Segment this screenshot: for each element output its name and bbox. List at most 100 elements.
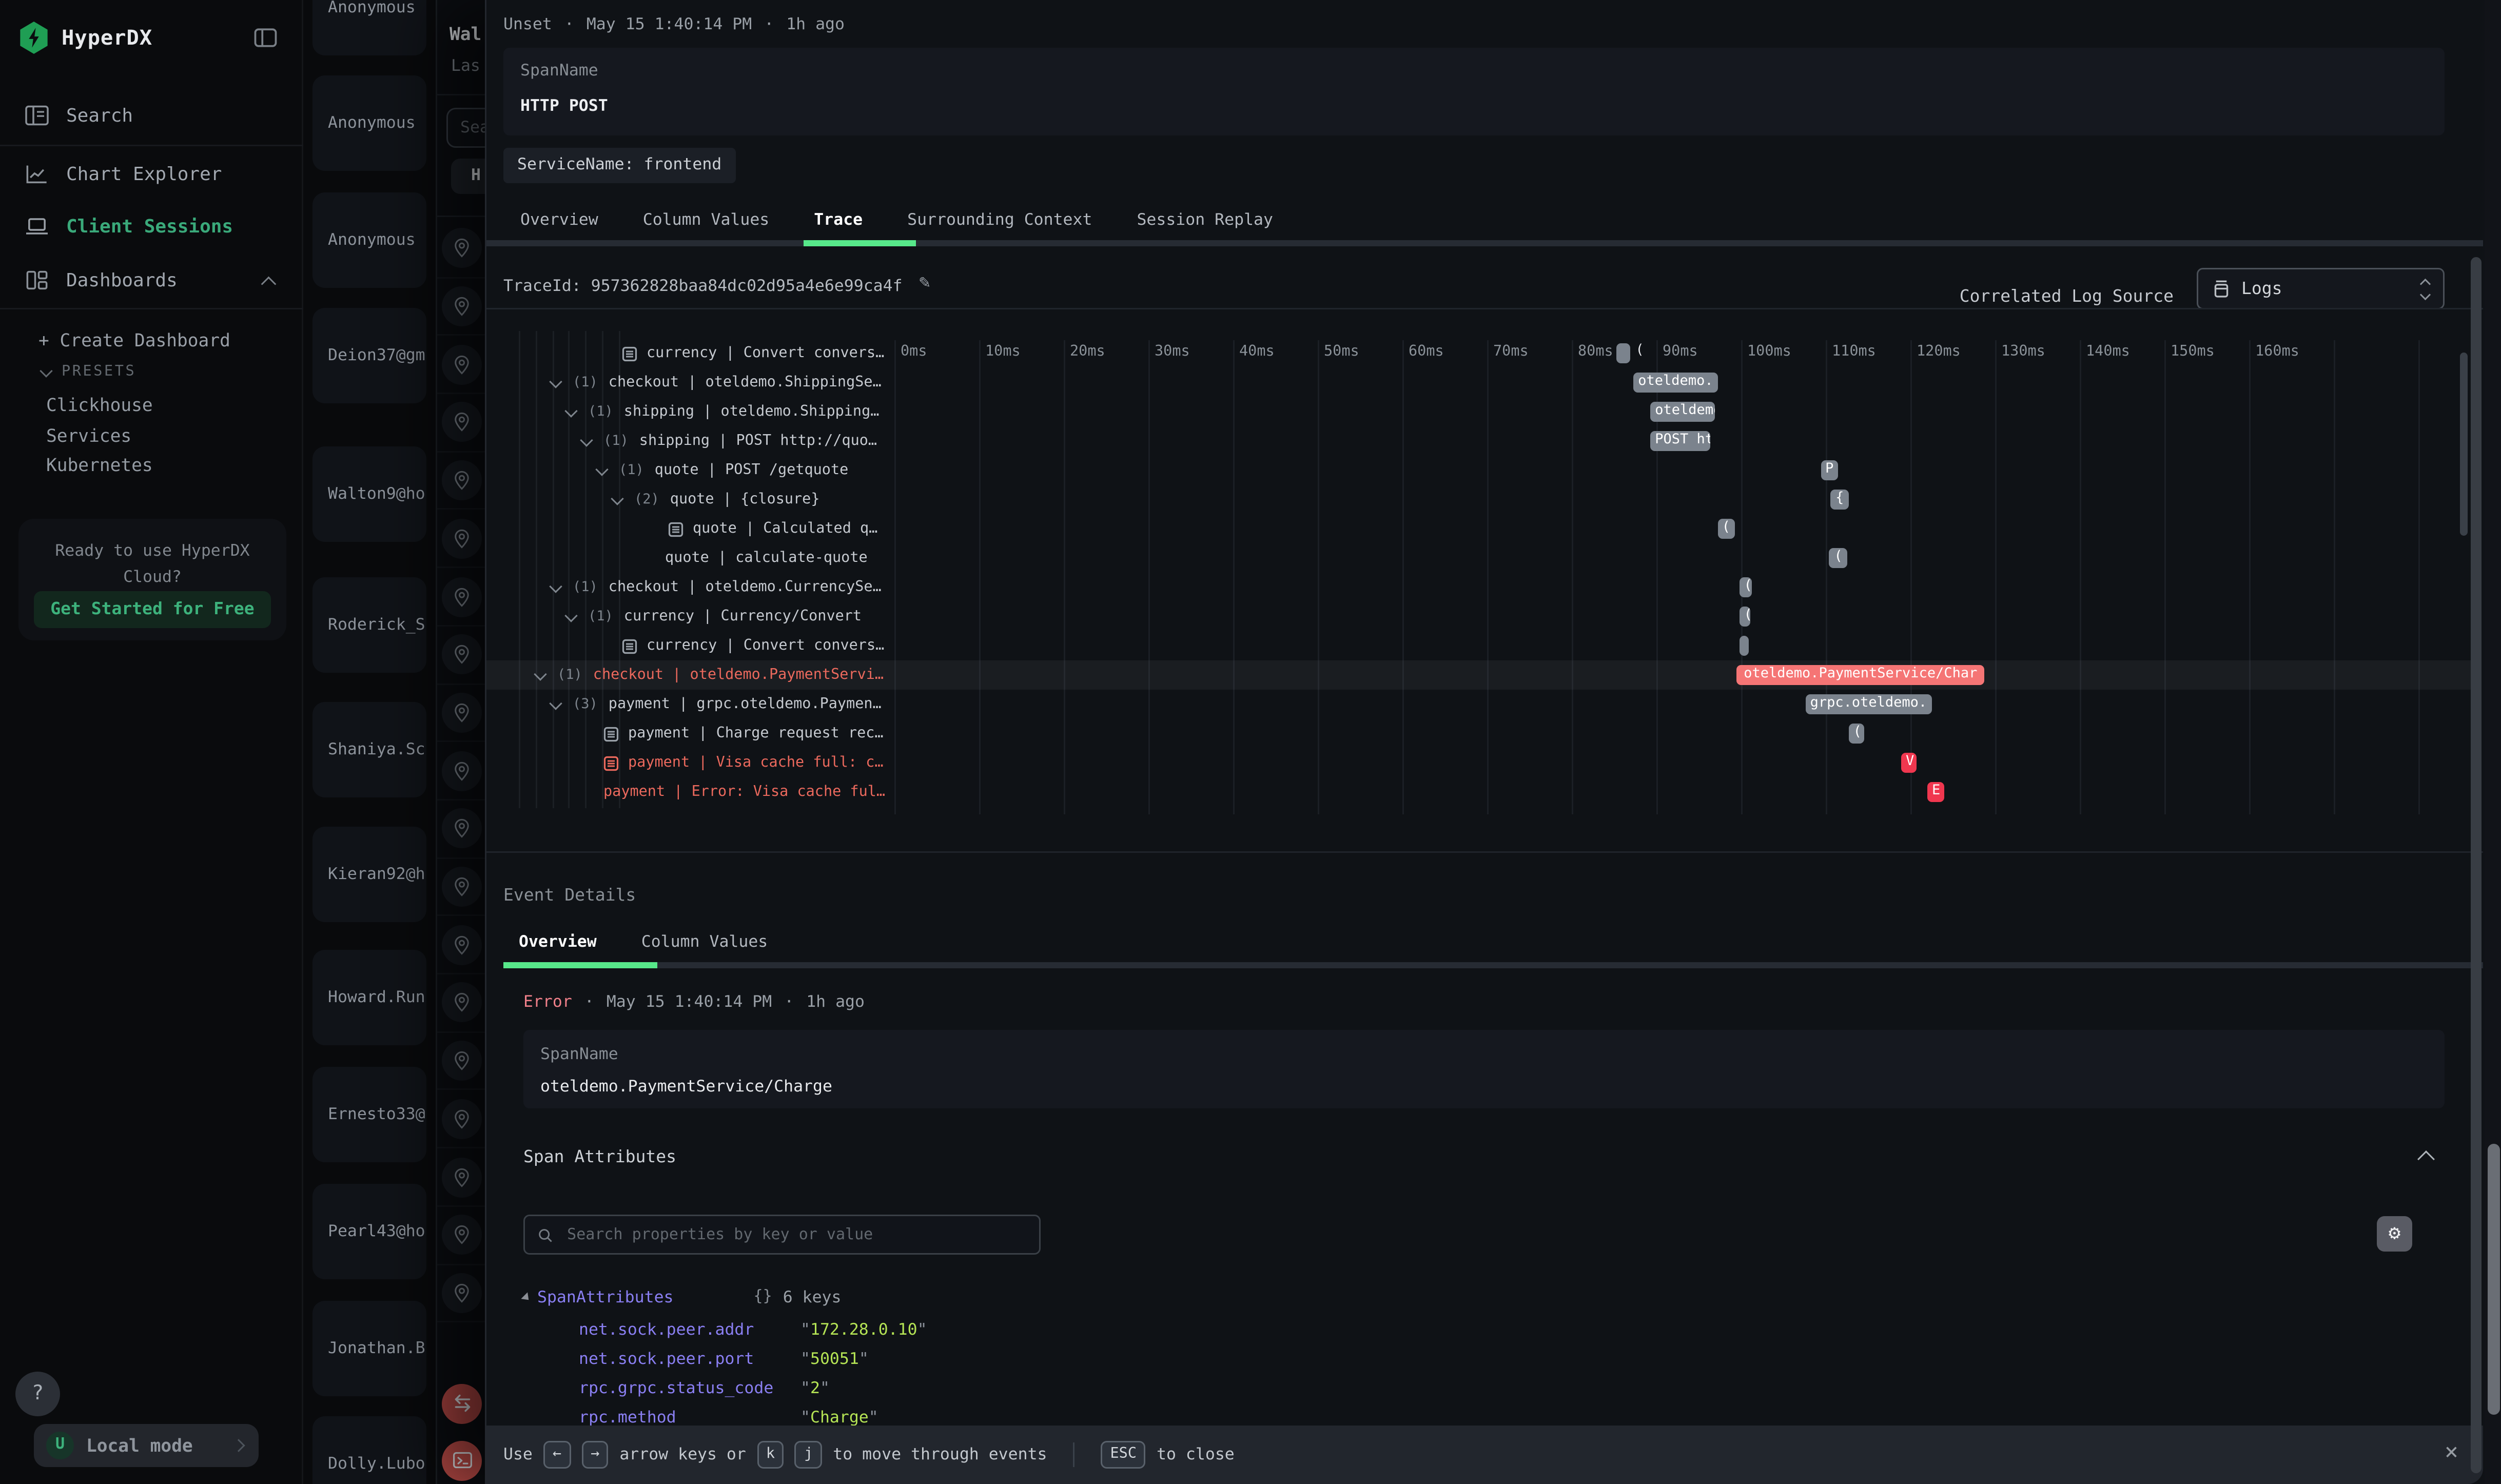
session-list-item[interactable]: Anonymous [312,0,426,55]
edit-trace-icon[interactable]: ✎ [919,271,930,292]
span-duration-bar[interactable]: { [1831,489,1849,510]
attribute-value[interactable]: "50051" [800,1350,869,1368]
attributes-root-row[interactable]: SpanAttributes {} 6 keys [523,1282,842,1312]
location-pin-icon[interactable] [442,809,482,849]
sidebar-collapse-icon[interactable] [254,28,277,48]
trace-row[interactable]: currency | Convert convers…( [486,339,2477,368]
chevron-down-icon[interactable] [549,696,562,709]
span-duration-bar[interactable] [1740,635,1749,656]
location-pin-icon[interactable] [442,867,482,907]
trace-row[interactable]: (1)shipping | POST http://quo…POST ht [486,426,2477,456]
trace-row[interactable]: payment | Charge request rec…( [486,719,2477,748]
location-pin-icon[interactable] [442,577,482,617]
attribute-key[interactable]: net.sock.peer.addr [579,1320,754,1339]
sidebar-item-chart-explorer[interactable]: Chart Explorer [0,151,302,197]
attribute-key[interactable]: rpc.grpc.status_code [579,1379,773,1398]
session-list-item[interactable]: Ernesto33@ [312,1067,426,1162]
session-list-item[interactable]: Shaniya.Sc [312,702,426,797]
trace-row[interactable]: (1)checkout | oteldemo.CurrencySe…( [486,573,2477,602]
event-tab-column-values[interactable]: Column Values [626,924,784,961]
trace-row[interactable]: quote | Calculated q…( [486,514,2477,543]
span-duration-bar[interactable]: ( [1849,723,1865,744]
location-pin-icon[interactable] [442,1099,482,1139]
collapse-section-icon[interactable] [2417,1150,2435,1168]
trace-row[interactable]: (1)currency | Currency/Convert( [486,602,2477,631]
attribute-key[interactable]: net.sock.peer.port [579,1350,754,1368]
tab-trace[interactable]: Trace [797,202,880,240]
session-list-item[interactable]: Howard.Run [312,950,426,1045]
session-list-item[interactable]: Jonathan.B [312,1301,426,1396]
span-duration-bar[interactable]: ( [1717,518,1734,539]
highlighted-tab[interactable]: H [451,159,485,194]
service-name-chip[interactable]: ServiceName: frontend [503,148,735,183]
trace-row[interactable]: (2)quote | {closure}{ [486,485,2477,514]
location-pin-icon[interactable] [442,402,482,442]
network-error-event-icon[interactable] [442,1384,482,1424]
session-list-item[interactable]: Pearl43@ho [312,1184,426,1279]
waterfall-scrollbar-thumb[interactable] [2460,353,2468,536]
attribute-value[interactable]: "Charge" [800,1409,878,1427]
location-pin-icon[interactable] [442,635,482,675]
span-duration-bar[interactable]: ( [1829,548,1848,569]
span-duration-bar[interactable]: E [1927,782,1944,803]
trace-row[interactable]: (1)quote | POST /getquoteP [486,456,2477,485]
attribute-value[interactable]: "172.28.0.10" [800,1320,927,1339]
location-pin-icon[interactable] [442,983,482,1023]
tab-session-replay[interactable]: Session Replay [1120,202,1290,240]
tab-column-values[interactable]: Column Values [626,202,787,240]
trace-row[interactable]: (1)checkout | oteldemo.PaymentServi…otel… [486,660,2477,690]
session-list-item[interactable]: Dolly.Lubo [312,1416,426,1484]
sidebar-item-client-sessions[interactable]: Client Sessions [0,203,302,249]
chevron-down-icon[interactable] [549,579,562,592]
span-duration-bar[interactable]: grpc.oteldemo. [1805,694,1931,715]
location-pin-icon[interactable] [442,751,482,791]
tab-surrounding-context[interactable]: Surrounding Context [890,202,1109,240]
chevron-down-icon[interactable] [595,462,608,475]
attribute-key[interactable]: rpc.method [579,1409,676,1427]
sidebar-item-dashboards[interactable]: Dashboards [0,257,302,303]
event-tab-overview[interactable]: Overview [503,924,612,961]
span-duration-bar[interactable]: ( [1740,577,1752,598]
trace-row[interactable]: (1)checkout | oteldemo.ShippingSe…otelde… [486,368,2477,397]
gear-icon[interactable]: ⚙ [2377,1216,2412,1252]
help-button[interactable]: ? [15,1372,60,1416]
session-list-item[interactable]: Roderick_S [312,577,426,673]
sidebar-item-search[interactable]: Search [0,92,302,139]
presets-toggle[interactable]: PRESETS [42,363,136,380]
session-list-item[interactable]: Kieran92@h [312,827,426,922]
chevron-down-icon[interactable] [580,433,593,446]
chevron-down-icon[interactable] [534,667,546,680]
logo[interactable]: HyperDX [18,22,152,54]
session-search-input[interactable]: Sea [446,108,485,148]
account-menu[interactable]: U Local mode [34,1424,259,1467]
session-list-item[interactable]: Anonymous [312,192,426,288]
preset-kubernetes[interactable]: Kubernetes [46,454,153,476]
span-duration-bar[interactable]: P [1821,460,1839,481]
location-pin-icon[interactable] [442,1273,482,1313]
trace-row[interactable]: quote | calculate-quote( [486,543,2477,573]
chevron-down-icon[interactable] [611,492,623,504]
location-pin-icon[interactable] [442,228,482,268]
trace-row[interactable]: payment | Error: Visa cache ful…E [486,777,2477,807]
trace-row[interactable]: (3)payment | grpc.oteldemo.Paymen…grpc.o… [486,690,2477,719]
span-duration-bar[interactable]: V [1901,752,1917,773]
session-list-item[interactable]: Anonymous [312,75,426,171]
span-duration-bar[interactable]: oteldemo.PaymentService/Char [1737,665,1984,686]
tab-overview[interactable]: Overview [503,202,615,240]
trace-row[interactable]: currency | Convert convers… [486,631,2477,660]
session-list-item[interactable]: Walton9@ho [312,446,426,542]
location-pin-icon[interactable] [442,344,482,384]
span-duration-bar[interactable]: POST ht [1650,431,1710,452]
chevron-down-icon[interactable] [564,404,577,417]
chevron-down-icon[interactable] [549,375,562,387]
log-source-select[interactable]: Logs [2197,268,2445,309]
create-dashboard-button[interactable]: + Create Dashboard [38,329,230,351]
get-started-button[interactable]: Get Started for Free [34,591,271,628]
page-scrollbar-thumb[interactable] [2488,1144,2500,1415]
preset-clickhouse[interactable]: Clickhouse [46,394,153,416]
location-pin-icon[interactable] [442,1215,482,1255]
location-pin-icon[interactable] [442,693,482,733]
span-duration-bar[interactable]: oteldemo. [1633,372,1717,393]
session-list-item[interactable]: Deion37@gm [312,308,426,403]
trace-row[interactable]: (1)shipping | oteldemo.Shipping…oteldemo [486,397,2477,426]
